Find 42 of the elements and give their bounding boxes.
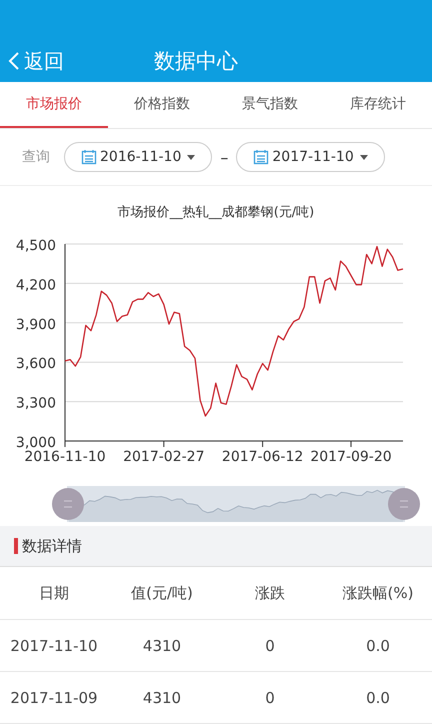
- y-axis-label: 3,900: [16, 316, 56, 333]
- chart-title: 市场报价__热轧__成都攀钢(元/吨): [118, 205, 314, 220]
- tab[interactable]: 库存统计: [324, 82, 432, 128]
- x-axis-label: 2017-06-12: [222, 449, 304, 465]
- y-axis-label: 3,600: [16, 356, 56, 372]
- x-axis-label: 2017-09-20: [310, 449, 392, 465]
- section-title: 数据详情: [22, 536, 82, 556]
- tab[interactable]: 市场报价: [0, 82, 108, 128]
- table-cell-text: 0: [264, 688, 276, 706]
- table-cell-text: 2017-11-10: [9, 636, 99, 654]
- table-cell-text: 0: [264, 636, 276, 654]
- y-axis-label: 3,300: [16, 396, 56, 412]
- x-axis-label: 2016-11-10: [24, 449, 106, 465]
- column-header: 日期: [38, 584, 70, 602]
- start-date-picker[interactable]: 2016-11-10: [64, 142, 212, 172]
- y-axis-label: 4,200: [16, 277, 56, 294]
- table-cell-text: 4310: [142, 636, 182, 654]
- table-cell-text: 0.0: [365, 636, 391, 654]
- x-axis-label: 2017-02-27: [123, 449, 204, 465]
- caret-icon: [187, 154, 196, 160]
- accent-bar: [14, 538, 18, 554]
- calendar-icon: [81, 149, 97, 165]
- y-axis-label: 3,000: [16, 435, 56, 451]
- page-title: 数据中心: [154, 48, 238, 75]
- query-label: 查询: [22, 148, 50, 166]
- table-cell-text: 0.0: [365, 688, 391, 706]
- calendar-icon: [253, 149, 270, 165]
- end-date-picker[interactable]: 2017-11-10: [236, 142, 385, 172]
- tab[interactable]: 价格指数: [108, 82, 216, 128]
- tab[interactable]: 景气指数: [216, 82, 324, 128]
- column-header: 涨跌: [254, 584, 286, 602]
- back-chevron-icon: [8, 51, 20, 71]
- column-header: 值(元/吨): [130, 584, 194, 602]
- range-handle[interactable]: [52, 488, 84, 520]
- y-axis-label: 4,500: [16, 238, 56, 254]
- caret-icon: [360, 154, 368, 160]
- range-navigator[interactable]: [50, 484, 422, 524]
- range-separator: –: [220, 148, 228, 166]
- column-header: 涨跌幅(%): [342, 584, 414, 602]
- table-cell-text: 4310: [142, 688, 182, 706]
- range-handle[interactable]: [388, 488, 420, 520]
- table-cell-text: 2017-11-09: [9, 688, 99, 706]
